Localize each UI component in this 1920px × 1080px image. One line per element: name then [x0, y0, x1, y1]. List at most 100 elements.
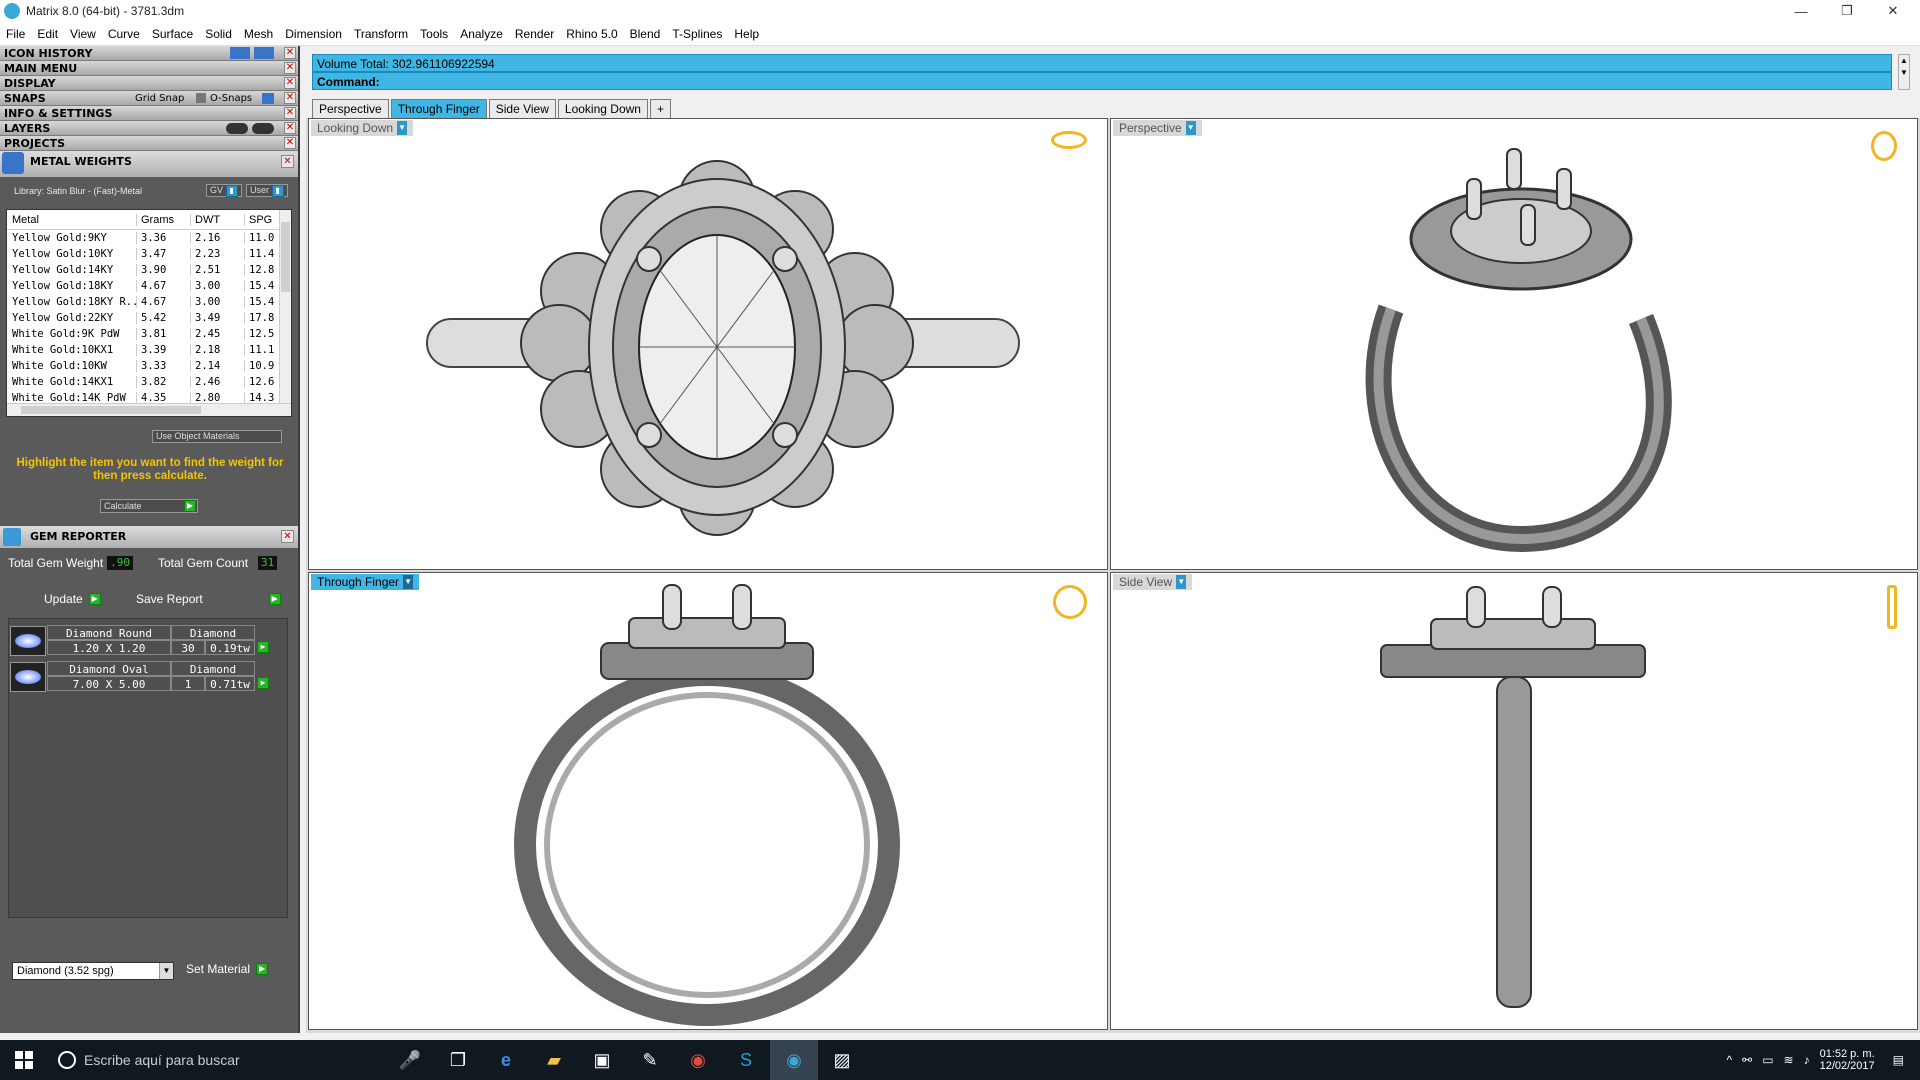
menu-tools[interactable]: Tools: [414, 27, 454, 41]
gem-row[interactable]: Diamond Oval Diamond 7.00 X 5.00 1 0.71tw ▶: [9, 661, 269, 695]
display-header[interactable]: DISPLAY ✕: [0, 76, 298, 91]
file-explorer-icon[interactable]: ▰: [530, 1040, 578, 1080]
update-button[interactable]: Update ▶: [44, 592, 101, 606]
viewport-label[interactable]: Side View ▼: [1113, 574, 1193, 590]
tab-side-view[interactable]: Side View: [488, 99, 556, 119]
osnaps-toggle[interactable]: O-Snaps: [210, 93, 252, 104]
menu-mesh[interactable]: Mesh: [238, 27, 279, 41]
table-vertical-scrollbar[interactable]: [279, 210, 291, 405]
close-icon[interactable]: ✕: [284, 137, 296, 149]
restore-button[interactable]: ❐: [1824, 0, 1870, 22]
windows-start-button[interactable]: [0, 1040, 48, 1080]
projects-header[interactable]: PROJECTS ✕: [0, 136, 298, 151]
main-menu-header[interactable]: MAIN MENU ✕: [0, 61, 298, 76]
table-row[interactable]: White Gold:10KX1 3.39 2.18 11.1: [7, 342, 291, 358]
menu-surface[interactable]: Surface: [146, 27, 199, 41]
material-select[interactable]: Diamond (3.52 spg) ▼: [12, 962, 174, 980]
command-scrollbar[interactable]: ▲ ▼: [1898, 54, 1910, 90]
back-arrow-icon[interactable]: [230, 47, 250, 59]
forward-arrow-icon[interactable]: [254, 47, 274, 59]
scroll-thumb[interactable]: [281, 222, 290, 292]
add-tab-button[interactable]: +: [649, 99, 671, 119]
table-row[interactable]: Yellow Gold:22KY 5.42 3.49 17.8: [7, 310, 291, 326]
play-icon[interactable]: ▶: [257, 677, 269, 689]
clock[interactable]: 01:52 p. m. 12/02/2017: [1820, 1048, 1875, 1072]
tab-through-finger[interactable]: Through Finger: [390, 99, 487, 119]
matrix-taskbar-icon[interactable]: ◉: [770, 1040, 818, 1080]
store-icon[interactable]: ▣: [578, 1040, 626, 1080]
set-material-button[interactable]: Set Material ▶: [186, 962, 269, 976]
close-icon[interactable]: ✕: [281, 530, 294, 543]
menu-render[interactable]: Render: [509, 27, 560, 41]
close-icon[interactable]: ✕: [284, 62, 296, 74]
chrome-icon[interactable]: ◉: [674, 1040, 722, 1080]
battery-icon[interactable]: ▭: [1762, 1053, 1773, 1067]
viewport-label[interactable]: Through Finger ▼: [311, 574, 420, 590]
viewport-label[interactable]: Looking Down ▼: [311, 120, 414, 136]
user-button[interactable]: User ▮: [246, 184, 288, 197]
icon-history-header[interactable]: ICON HISTORY ✕: [0, 46, 298, 61]
minimize-button[interactable]: —: [1778, 0, 1824, 22]
menu-file[interactable]: File: [0, 27, 31, 41]
volume-icon[interactable]: ♪: [1804, 1053, 1810, 1067]
layer-visibility-icon[interactable]: [226, 123, 248, 134]
viewport-label[interactable]: Perspective ▼: [1113, 120, 1202, 136]
column-grams[interactable]: Grams: [137, 213, 191, 226]
menu-blend[interactable]: Blend: [624, 27, 667, 41]
close-icon[interactable]: ✕: [284, 92, 296, 104]
close-button[interactable]: ✕: [1870, 0, 1916, 22]
table-row[interactable]: Yellow Gold:10KY 3.47 2.23 11.4: [7, 246, 291, 262]
menu-curve[interactable]: Curve: [102, 27, 146, 41]
menu-view[interactable]: View: [64, 27, 102, 41]
column-dwt[interactable]: DWT: [191, 213, 245, 226]
gem-row[interactable]: Diamond Round Diamond 1.20 X 1.20 30 0.19tw…: [9, 625, 269, 659]
edge-browser-icon[interactable]: e: [482, 1040, 530, 1080]
close-icon[interactable]: ✕: [284, 122, 296, 134]
close-icon[interactable]: ✕: [281, 155, 294, 168]
menu-edit[interactable]: Edit: [31, 27, 64, 41]
menu-rhino[interactable]: Rhino 5.0: [560, 27, 623, 41]
taskbar-search[interactable]: Escribe aquí para buscar: [48, 1040, 386, 1080]
menu-transform[interactable]: Transform: [348, 27, 414, 41]
menu-dimension[interactable]: Dimension: [279, 27, 348, 41]
calculate-button[interactable]: Calculate ▶: [100, 499, 198, 513]
use-object-materials-toggle[interactable]: Use Object Materials: [152, 430, 282, 443]
layers-header[interactable]: LAYERS ✕: [0, 121, 298, 136]
viewport-looking-down[interactable]: Looking Down ▼: [308, 118, 1108, 570]
wifi-icon[interactable]: ≋: [1784, 1053, 1794, 1067]
menu-help[interactable]: Help: [728, 27, 765, 41]
microphone-icon[interactable]: 🎤: [386, 1040, 434, 1080]
grid-snap-toggle[interactable]: Grid Snap: [135, 93, 184, 104]
table-row[interactable]: Yellow Gold:18KY 4.67 3.00 15.4: [7, 278, 291, 294]
photos-icon[interactable]: ▨: [818, 1040, 866, 1080]
menu-analyze[interactable]: Analyze: [454, 27, 509, 41]
tab-looking-down[interactable]: Looking Down: [557, 99, 648, 119]
network-icon[interactable]: ⚯: [1742, 1053, 1752, 1067]
snaps-header[interactable]: SNAPS Grid Snap O-Snaps ✕: [0, 91, 298, 106]
osnaps-checkbox[interactable]: [196, 93, 206, 103]
table-row[interactable]: White Gold:9K PdW 3.81 2.45 12.5: [7, 326, 291, 342]
task-view-icon[interactable]: ❐: [434, 1040, 482, 1080]
gv-button[interactable]: GV ▮: [206, 184, 242, 197]
viewport-through-finger[interactable]: Through Finger ▼: [308, 572, 1108, 1030]
close-icon[interactable]: ✕: [284, 77, 296, 89]
tray-chevron-icon[interactable]: ^: [1726, 1053, 1732, 1067]
snap-info-icon[interactable]: [262, 93, 274, 104]
tab-perspective[interactable]: Perspective: [312, 99, 389, 119]
viewport-side-view[interactable]: Side View ▼: [1110, 572, 1918, 1030]
play-icon[interactable]: ▶: [257, 641, 269, 653]
table-row[interactable]: Yellow Gold:18KY R... 4.67 3.00 15.4: [7, 294, 291, 310]
skype-icon[interactable]: S: [722, 1040, 770, 1080]
save-report-button[interactable]: Save Report ▶: [136, 592, 281, 606]
close-icon[interactable]: ✕: [284, 107, 296, 119]
eye-icon[interactable]: [252, 123, 274, 134]
table-row[interactable]: Yellow Gold:9KY 3.36 2.16 11.0: [7, 230, 291, 246]
paint-icon[interactable]: ✎: [626, 1040, 674, 1080]
notifications-icon[interactable]: ▤: [1893, 1053, 1904, 1067]
viewport-perspective[interactable]: Perspective ▼: [1110, 118, 1918, 570]
command-input[interactable]: Command:: [312, 72, 1892, 90]
column-metal[interactable]: Metal: [7, 213, 137, 226]
close-icon[interactable]: ✕: [284, 47, 296, 59]
metal-weights-table[interactable]: Metal Grams DWT SPG Yellow Gold:9KY 3.36 2…: [6, 209, 292, 417]
info-settings-header[interactable]: INFO & SETTINGS ✕: [0, 106, 298, 121]
